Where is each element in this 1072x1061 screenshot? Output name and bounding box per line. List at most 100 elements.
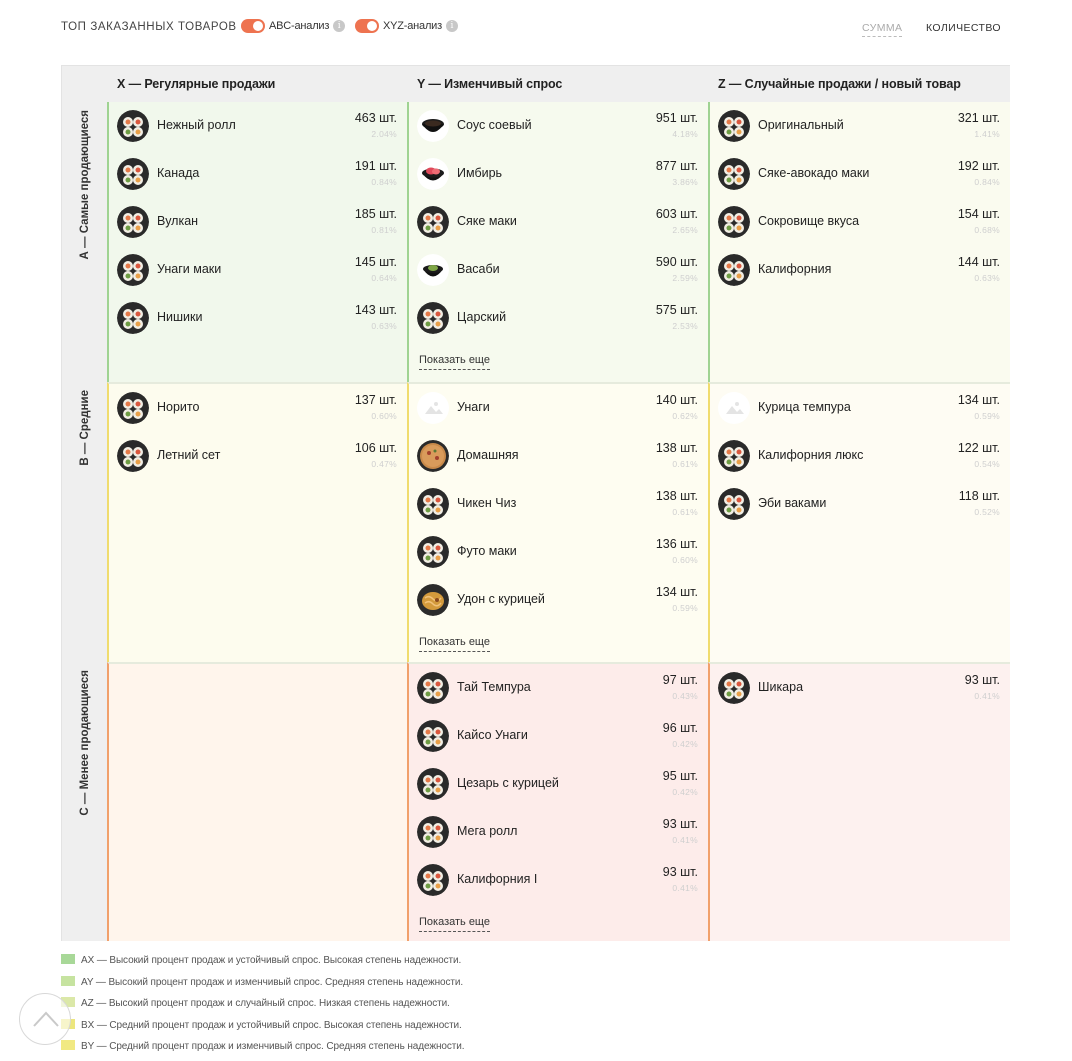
product-item[interactable]: Канада 191 шт. 0.84% <box>117 150 407 198</box>
product-name: Кайсо Унаги <box>457 728 528 742</box>
ginger-icon <box>417 158 449 190</box>
row-header-label: В — Средние <box>78 390 91 466</box>
legend-swatch <box>61 954 75 964</box>
abc-info-icon[interactable]: i <box>333 20 346 32</box>
product-quantity: 143 шт. <box>354 303 397 317</box>
product-item[interactable]: Сяке-авокадо маки 192 шт. 0.84% <box>718 150 1010 198</box>
product-item[interactable]: Летний сет 106 шт. 0.47% <box>117 432 407 480</box>
product-item[interactable]: Эби ваками 118 шт. 0.52% <box>718 480 1010 528</box>
product-item[interactable]: Цезарь с курицей 95 шт. 0.42% <box>417 760 708 808</box>
product-item[interactable]: Норито 137 шт. 0.60% <box>117 384 407 432</box>
product-item[interactable]: Калифорния 144 шт. 0.63% <box>718 246 1010 294</box>
abc-toggle-label: ABC-анализ <box>269 20 330 32</box>
product-item[interactable]: Тай Темпура 97 шт. 0.43% <box>417 664 708 712</box>
product-quantity: 138 шт. <box>655 489 698 503</box>
matrix-cell-ax: Нежный ролл 463 шт. 2.04% Канада 191 шт. 0.84… <box>107 102 407 382</box>
row-header-b: В — Средние <box>62 382 107 662</box>
xyz-info-icon[interactable]: i <box>445 20 458 32</box>
matrix-cell-by: Унаги 140 шт. 0.62% Домашняя 138 шт. 0.61% Чик… <box>407 382 708 662</box>
show-more-link[interactable]: Показать еще <box>419 354 490 370</box>
product-name: Васаби <box>457 262 500 276</box>
product-thumbnail <box>117 254 149 286</box>
roll-icon <box>117 206 149 238</box>
product-item[interactable]: Унаги 140 шт. 0.62% <box>417 384 708 432</box>
mode-sum-tab[interactable]: СУММА <box>862 22 903 37</box>
row-header-c: С — Менее продающиеся <box>62 662 107 941</box>
xyz-toggle-switch[interactable] <box>355 19 379 33</box>
product-thumbnail <box>417 158 449 190</box>
product-quantity: 154 шт. <box>957 207 1000 221</box>
product-item[interactable]: Нишики 143 шт. 0.63% <box>117 294 407 342</box>
roll-icon <box>718 440 750 472</box>
product-quantity: 191 шт. <box>354 159 397 173</box>
product-quantity: 877 шт. <box>655 159 698 173</box>
product-item[interactable]: Унаги маки 145 шт. 0.64% <box>117 246 407 294</box>
product-item[interactable]: Оригинальный 321 шт. 1.41% <box>718 102 1010 150</box>
roll-icon <box>117 392 149 424</box>
product-quantity: 136 шт. <box>655 537 698 551</box>
matrix-cell-az: Оригинальный 321 шт. 1.41% Сяке-авокадо мак… <box>708 102 1010 382</box>
product-item[interactable]: Шикара 93 шт. 0.41% <box>718 664 1010 712</box>
product-item[interactable]: Удон с курицей 134 шт. 0.59% <box>417 576 708 624</box>
product-thumbnail <box>417 768 449 800</box>
product-share-percent: 0.41% <box>672 835 698 845</box>
product-thumbnail <box>417 536 449 568</box>
row-header-a: А — Самые продающиеся <box>62 102 107 382</box>
scroll-to-top-button[interactable] <box>19 993 71 1045</box>
product-thumbnail <box>417 584 449 616</box>
product-item[interactable]: Мега ролл 93 шт. 0.41% <box>417 808 708 856</box>
product-name: Шикара <box>758 680 804 694</box>
product-item[interactable]: Футо маки 136 шт. 0.60% <box>417 528 708 576</box>
product-name: Царский <box>457 310 507 324</box>
matrix-cell-bx: Норито 137 шт. 0.60% Летний сет 106 шт. 0.47% <box>107 382 407 662</box>
product-item[interactable]: Нежный ролл 463 шт. 2.04% <box>117 102 407 150</box>
product-item[interactable]: Соус соевый 951 шт. 4.18% <box>417 102 708 150</box>
product-thumbnail <box>718 254 750 286</box>
legend-text: BX — Средний процент продаж и устойчивый… <box>81 1019 462 1031</box>
product-share-percent: 3.86% <box>672 177 698 187</box>
product-thumbnail <box>417 302 449 334</box>
product-item[interactable]: Кайсо Унаги 96 шт. 0.42% <box>417 712 708 760</box>
abc-toggle-switch[interactable] <box>241 19 265 33</box>
roll-icon <box>718 254 750 286</box>
product-share-percent: 0.68% <box>974 225 1000 235</box>
page-title: ТОП ЗАКАЗАННЫХ ТОВАРОВ <box>61 21 237 33</box>
product-quantity: 122 шт. <box>957 441 1000 455</box>
product-item[interactable]: Царский 575 шт. 2.53% <box>417 294 708 342</box>
roll-icon <box>417 864 449 896</box>
product-share-percent: 2.53% <box>672 321 698 331</box>
product-item[interactable]: Имбирь 877 шт. 3.86% <box>417 150 708 198</box>
product-item[interactable]: Калифорния I 93 шт. 0.41% <box>417 856 708 904</box>
roll-icon <box>417 488 449 520</box>
product-item[interactable]: Чикен Чиз 138 шт. 0.61% <box>417 480 708 528</box>
product-item[interactable]: Вулкан 185 шт. 0.81% <box>117 198 407 246</box>
matrix-cell-cx <box>107 662 407 941</box>
product-item[interactable]: Курица темпура 134 шт. 0.59% <box>718 384 1010 432</box>
product-item[interactable]: Васаби 590 шт. 2.59% <box>417 246 708 294</box>
roll-icon <box>718 158 750 190</box>
product-thumbnail <box>417 254 449 286</box>
product-item[interactable]: Сокровище вкуса 154 шт. 0.68% <box>718 198 1010 246</box>
product-thumbnail <box>718 206 750 238</box>
product-item[interactable]: Сяке маки 603 шт. 2.65% <box>417 198 708 246</box>
xyz-toggle-group: XYZ-анализ i <box>355 19 458 33</box>
roll-icon <box>417 768 449 800</box>
product-quantity: 144 шт. <box>957 255 1000 269</box>
matrix-corner <box>62 66 107 102</box>
product-name: Имбирь <box>457 166 503 180</box>
product-item[interactable]: Калифорния люкс 122 шт. 0.54% <box>718 432 1010 480</box>
image-placeholder-icon <box>718 392 750 424</box>
product-quantity: 145 шт. <box>354 255 397 269</box>
product-thumbnail <box>117 302 149 334</box>
product-share-percent: 0.42% <box>672 739 698 749</box>
mode-quantity-tab[interactable]: КОЛИЧЕСТВО <box>926 22 1001 34</box>
legend-swatch <box>61 1040 75 1051</box>
show-more-link[interactable]: Показать еще <box>419 916 490 932</box>
show-more-link[interactable]: Показать еще <box>419 636 490 652</box>
product-share-percent: 0.60% <box>672 555 698 565</box>
product-item[interactable]: Домашняя 138 шт. 0.61% <box>417 432 708 480</box>
roll-icon <box>117 302 149 334</box>
product-share-percent: 2.65% <box>672 225 698 235</box>
legend-swatch <box>61 975 75 986</box>
product-name: Цезарь с курицей <box>457 776 559 790</box>
